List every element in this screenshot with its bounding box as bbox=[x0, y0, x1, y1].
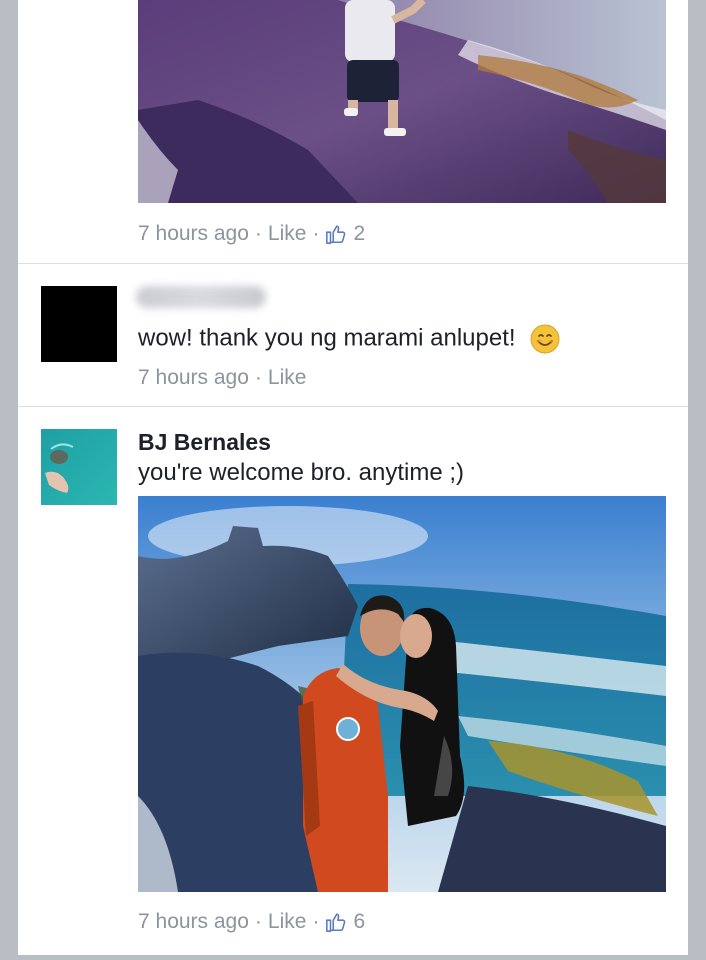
comment-1: 7 hours ago · Like · 2 bbox=[18, 0, 688, 263]
comment-text: you're welcome bro. anytime ;) bbox=[138, 459, 465, 486]
smiling-face-emoji bbox=[530, 324, 560, 354]
avatar[interactable] bbox=[41, 429, 117, 505]
comment-photo-rock-coast[interactable] bbox=[138, 0, 666, 203]
thumbs-up-icon bbox=[326, 913, 346, 932]
meta-separator: · bbox=[312, 222, 320, 245]
comment-2: wow! thank you ng marami anlupet! 7 hour… bbox=[18, 264, 688, 406]
like-count-value: 2 bbox=[353, 222, 366, 245]
meta-separator: · bbox=[254, 910, 262, 933]
comment-meta: 7 hours ago · Like · 6 bbox=[138, 910, 365, 934]
meta-separator: · bbox=[254, 366, 262, 389]
author-name[interactable]: BJ Bernales bbox=[138, 429, 271, 456]
comment-photo-couple-edit[interactable] bbox=[138, 496, 666, 892]
comment-text-content: wow! thank you ng marami anlupet! bbox=[138, 324, 516, 352]
meta-separator: · bbox=[312, 910, 320, 933]
like-count[interactable]: 2 bbox=[325, 222, 365, 246]
thumbs-up-icon bbox=[326, 225, 346, 244]
comment-meta: 7 hours ago · Like · 2 bbox=[138, 222, 365, 246]
author-name-redacted[interactable] bbox=[136, 286, 266, 308]
comment-text: wow! thank you ng marami anlupet! bbox=[138, 324, 560, 354]
comment-3: BJ Bernales you're welcome bro. anytime … bbox=[18, 407, 688, 955]
like-link[interactable]: Like bbox=[268, 366, 307, 390]
like-count-value: 6 bbox=[353, 910, 366, 933]
comment-timestamp[interactable]: 7 hours ago bbox=[138, 222, 249, 246]
like-link[interactable]: Like bbox=[268, 910, 307, 934]
comment-meta: 7 hours ago · Like bbox=[138, 366, 306, 390]
meta-separator: · bbox=[254, 222, 262, 245]
avatar[interactable] bbox=[41, 286, 117, 362]
like-count[interactable]: 6 bbox=[325, 910, 365, 934]
like-link[interactable]: Like bbox=[268, 222, 307, 246]
comment-timestamp[interactable]: 7 hours ago bbox=[138, 366, 249, 390]
comments-card: 7 hours ago · Like · 2 wow! thank you ng… bbox=[18, 0, 688, 955]
comment-timestamp[interactable]: 7 hours ago bbox=[138, 910, 249, 934]
